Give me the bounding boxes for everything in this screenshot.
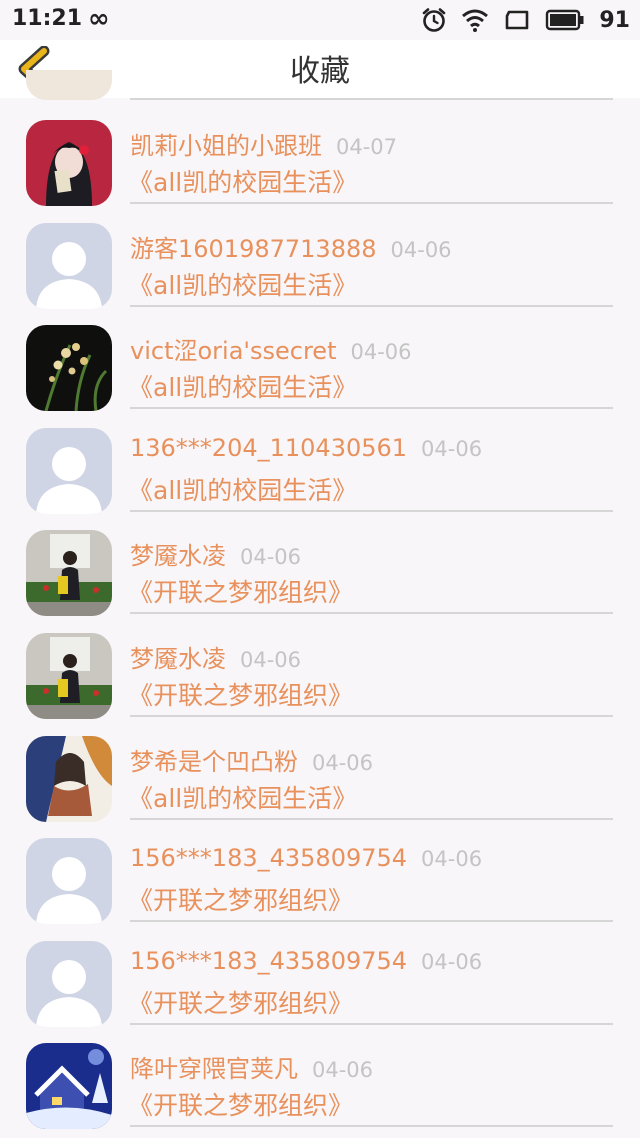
item-username: 降叶穿隈官荚凡 04-06	[130, 1049, 373, 1084]
item-username: 梦希是个凹凸粉 04-06	[130, 742, 373, 777]
list-item[interactable]: vict涩oria'ssecret 04-06 《all凯的校园生活》	[0, 305, 640, 412]
list-item[interactable]: 136***204_110430561 04-06 《all凯的校园生活》	[0, 408, 640, 514]
item-book-title: 《开联之梦邪组织》	[128, 578, 354, 608]
item-username-text: vict涩oria'ssecret	[130, 337, 337, 366]
anime-illustration-avatar	[26, 735, 112, 822]
item-username-text: 156***183_435809754	[130, 946, 408, 975]
default-user-avatar	[26, 222, 112, 309]
list-item[interactable]: 降叶穿隈官荚凡 04-06 《开联之梦邪组织》	[0, 1023, 640, 1130]
item-date: 04-06	[312, 1058, 374, 1083]
item-username-text: 梦魇水凌	[130, 542, 226, 571]
photo-person-avatar	[26, 530, 112, 617]
list-item[interactable]: 梦希是个凹凸粉 04-06 《all凯的校园生活》	[0, 716, 640, 822]
item-date: 04-06	[421, 847, 483, 872]
list-item[interactable]: 凯莉小姐的小跟班 04-07 《all凯的校园生活》	[0, 100, 640, 206]
item-username: 凯莉小姐的小跟班 04-07	[130, 126, 397, 161]
item-username: vict涩oria'ssecret 04-06	[130, 331, 412, 366]
item-username: 156***183_435809754 04-06	[130, 844, 482, 872]
orchid-avatar	[26, 325, 112, 412]
item-book-title: 《all凯的校园生活》	[128, 168, 358, 197]
list-item[interactable]: 156***183_435809754 04-06 《开联之梦邪组织》	[0, 921, 640, 1027]
item-book-title: 《开联之梦邪组织》	[128, 988, 354, 1018]
signal-icon	[506, 10, 529, 30]
item-username-text: 凯莉小姐的小跟班	[130, 132, 322, 160]
item-divider	[130, 1125, 613, 1128]
favorites-list: 凯莉小姐的小跟班 04-07 《all凯的校园生活》 游客160198771388…	[0, 70, 640, 1130]
alarm-icon	[423, 8, 446, 32]
item-username-text: 梦魇水凌	[130, 644, 226, 673]
item-book-title: 《all凯的校园生活》	[128, 783, 358, 813]
item-date: 04-06	[240, 647, 302, 672]
default-user-avatar	[26, 940, 112, 1027]
list-item[interactable]: 游客1601987713888 04-06 《all凯的校园生活》	[0, 203, 640, 309]
item-username: 梦魇水凌 04-06	[130, 536, 301, 571]
status-bar: 11:21 ∞ 91	[0, 0, 640, 40]
status-icons: 91	[421, 6, 630, 34]
item-username-text: 游客1601987713888	[130, 234, 377, 263]
list-item[interactable]: 梦魇水凌 04-06 《开联之梦邪组织》	[0, 510, 640, 617]
item-book-title: 《开联之梦邪组织》	[128, 680, 354, 710]
item-book-title: 《all凯的校园生活》	[128, 270, 358, 300]
item-date: 04-07	[336, 135, 398, 159]
item-username: 游客1601987713888 04-06	[130, 229, 452, 264]
item-username-text: 136***204_110430561	[130, 433, 408, 462]
anime-girl-avatar	[26, 120, 112, 206]
item-book-title: 《开联之梦邪组织》	[128, 886, 354, 916]
item-username-text: 梦希是个凹凸粉	[130, 747, 298, 776]
item-date: 04-06	[240, 545, 302, 570]
photo-person-avatar	[26, 632, 112, 719]
item-username: 136***204_110430561 04-06	[130, 434, 482, 462]
item-date: 04-06	[312, 750, 374, 775]
wifi-icon	[462, 9, 489, 32]
item-book-title: 《all凯的校园生活》	[128, 373, 358, 403]
item-date: 04-06	[390, 237, 452, 262]
default-user-avatar	[26, 838, 112, 925]
item-username: 梦魇水凌 04-06	[130, 639, 301, 674]
item-username: 156***183_435809754 04-06	[130, 947, 482, 975]
item-book-title: 《all凯的校园生活》	[128, 475, 358, 505]
default-user-avatar	[26, 427, 112, 514]
avatar-partial	[26, 70, 112, 100]
item-date: 04-06	[421, 436, 483, 461]
snow-house-avatar	[26, 1043, 112, 1130]
status-time: 11:21	[12, 6, 83, 31]
item-date: 04-06	[350, 340, 412, 365]
item-username-text: 156***183_435809754	[130, 844, 408, 873]
item-date: 04-06	[421, 949, 483, 974]
battery-level: 91	[599, 7, 630, 33]
battery-icon	[546, 9, 584, 31]
list-item[interactable]: 梦魇水凌 04-06 《开联之梦邪组织》	[0, 613, 640, 719]
list-item[interactable]: 156***183_435809754 04-06 《开联之梦邪组织》	[0, 818, 640, 925]
item-book-title: 《开联之梦邪组织》	[128, 1091, 354, 1121]
item-username-text: 降叶穿隈官荚凡	[130, 1055, 298, 1084]
infinity-icon: ∞	[88, 4, 110, 34]
